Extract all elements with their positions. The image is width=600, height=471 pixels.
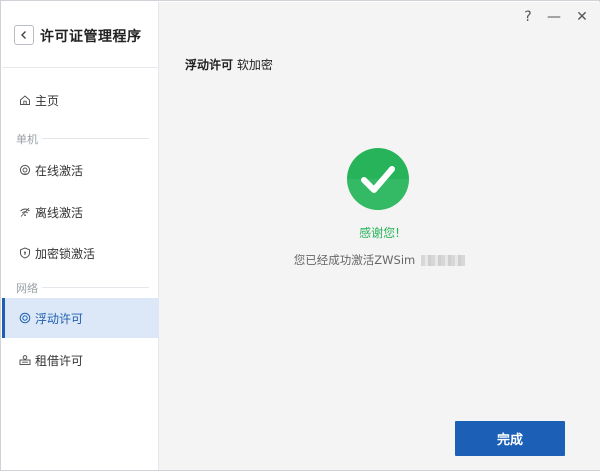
- shield-icon: [19, 247, 31, 259]
- close-icon: ✕: [576, 9, 588, 25]
- success-badge: [347, 148, 409, 210]
- sidebar-item-label: 在线激活: [35, 163, 84, 178]
- check-icon: [361, 166, 395, 193]
- page-subtitle: 软加密: [236, 58, 273, 72]
- minimize-icon: —: [547, 9, 561, 25]
- redacted-version: [421, 255, 466, 266]
- sidebar-item-dongle[interactable]: 加密锁激活: [2, 233, 159, 273]
- page-title: 浮动许可: [185, 58, 234, 72]
- license-manager-window: 许可证管理程序 主页 单机 在线激活 离线激活 加密锁激活 网络 浮动许可 租借…: [0, 0, 600, 471]
- section-divider: [42, 138, 149, 139]
- sidebar-item-floating[interactable]: 浮动许可: [2, 298, 159, 338]
- sidebar-item-borrow[interactable]: 租借许可: [2, 340, 159, 380]
- thanks-text: 感谢您!: [359, 226, 400, 240]
- section-divider: [42, 287, 149, 288]
- activation-message: 您已经成功激活ZWSim: [159, 252, 600, 268]
- sidebar-item-label: 租借许可: [35, 353, 84, 368]
- sidebar-item-home[interactable]: 主页: [2, 80, 159, 120]
- page-header: 浮动许可 软加密: [185, 56, 273, 73]
- borrow-icon: [19, 354, 31, 366]
- sidebar-header: 许可证管理程序: [2, 2, 159, 68]
- back-button[interactable]: [14, 25, 34, 45]
- sidebar: 许可证管理程序 主页 单机 在线激活 离线激活 加密锁激活 网络 浮动许可 租借…: [2, 2, 159, 470]
- close-button[interactable]: ✕: [573, 8, 591, 26]
- back-icon: [21, 31, 26, 39]
- help-icon: ?: [524, 9, 532, 25]
- home-icon: [19, 94, 31, 106]
- help-button[interactable]: ?: [519, 8, 537, 26]
- offline-icon: [19, 206, 31, 218]
- minimize-button[interactable]: —: [545, 8, 563, 26]
- sidebar-item-label: 浮动许可: [35, 311, 84, 326]
- done-button[interactable]: 完成: [455, 421, 565, 456]
- sidebar-item-offline[interactable]: 离线激活: [2, 192, 159, 232]
- online-icon: [19, 164, 31, 176]
- main-panel: ? — ✕ 浮动许可 软加密 感谢您! 您已经成功激活ZWSim 完成: [159, 2, 600, 470]
- activation-text: 您已经成功激活ZWSim: [293, 253, 416, 267]
- sidebar-item-online[interactable]: 在线激活: [2, 150, 159, 190]
- sidebar-item-label: 离线激活: [35, 205, 84, 220]
- section-label-network: 网络: [16, 282, 38, 295]
- sidebar-item-label: 加密锁激活: [35, 246, 96, 261]
- floating-icon: [19, 312, 31, 324]
- section-label-standalone: 单机: [16, 133, 38, 146]
- app-title: 许可证管理程序: [40, 29, 142, 45]
- sidebar-item-label: 主页: [35, 93, 60, 108]
